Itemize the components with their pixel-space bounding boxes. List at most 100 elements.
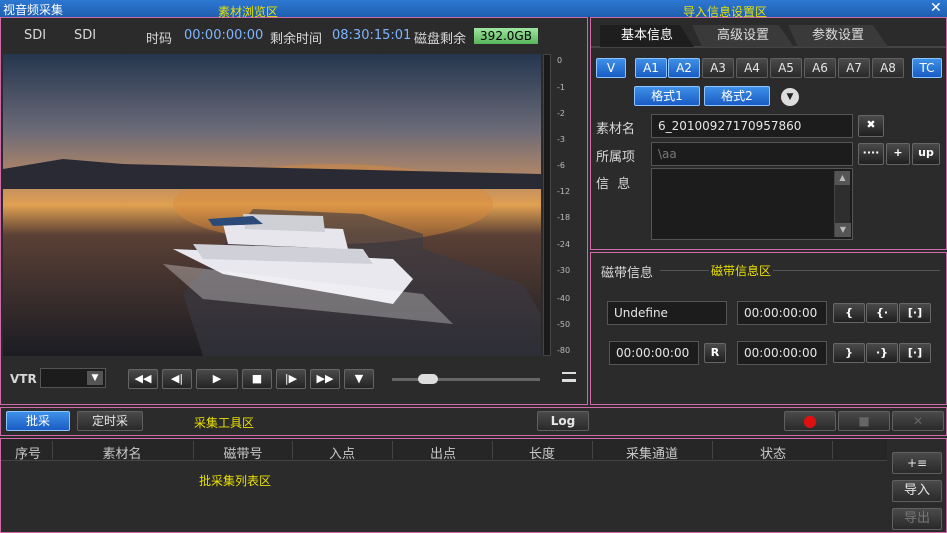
scale-label: -6	[557, 161, 565, 170]
timed-capture-button[interactable]: 定时采	[77, 411, 143, 431]
add-button[interactable]: +	[886, 143, 910, 165]
timecode-value: 00:00:00:00	[184, 28, 264, 43]
reset-button[interactable]: R	[704, 343, 726, 363]
stop-button[interactable]: ■	[242, 369, 272, 389]
stop-record-button[interactable]: ■	[838, 411, 890, 431]
channel-a5[interactable]: A5	[770, 58, 802, 78]
scale-label: -50	[557, 320, 571, 329]
close-icon[interactable]: ✕	[930, 0, 942, 16]
list-zone-title: 批采集列表区	[199, 474, 272, 488]
tab-basic[interactable]: 基本信息	[600, 25, 694, 47]
disk-value: 392.0GB	[474, 28, 538, 44]
col-divider	[52, 441, 53, 459]
log-button[interactable]: Log	[537, 411, 589, 431]
scale-label: -12	[557, 187, 571, 196]
channel-a7[interactable]: A7	[838, 58, 870, 78]
col-divider	[193, 441, 194, 459]
tab-params[interactable]: 参数设置	[788, 25, 888, 47]
tc-out-field[interactable]: 00:00:00:00	[737, 341, 827, 365]
col-channel: 采集通道	[625, 447, 678, 462]
tools-icon[interactable]: ✖	[858, 115, 884, 137]
preview-zone-title: 素材浏览区	[218, 5, 279, 19]
step-back-button[interactable]: ◀|	[162, 369, 192, 389]
col-length: 长度	[528, 447, 555, 462]
fast-forward-button[interactable]: ▶▶	[310, 369, 340, 389]
channel-a2[interactable]: A2	[668, 58, 700, 78]
audio-meter	[543, 54, 551, 356]
rewind-button[interactable]: ◀◀	[128, 369, 158, 389]
eject-button[interactable]: ▼	[344, 369, 374, 389]
scroll-down-icon[interactable]: ▼	[835, 223, 851, 237]
channel-tc[interactable]: TC	[912, 58, 942, 78]
mark-out-button[interactable]: }	[833, 343, 865, 363]
tape-zone-title: 磁带信息区	[709, 262, 774, 279]
window-title: 视音频采集	[3, 3, 64, 17]
step-forward-button[interactable]: |▶	[276, 369, 306, 389]
chevron-down-icon[interactable]: ▼	[781, 88, 799, 106]
goto-out-button[interactable]: ·}	[866, 343, 898, 363]
remain-value: 08:30:15:01	[332, 28, 412, 43]
channel-v[interactable]: V	[596, 58, 626, 78]
tc-in-field[interactable]: 00:00:00:00	[737, 301, 827, 325]
more-button[interactable]: ····	[858, 143, 884, 165]
sdi-1: SDI	[24, 28, 47, 43]
cancel-record-button[interactable]: ✕	[892, 411, 944, 431]
mark-in-button[interactable]: {	[833, 303, 865, 323]
tape-info-label: 磁带信息	[601, 266, 654, 281]
col-material: 素材名	[102, 447, 142, 462]
ship-image	[3, 159, 541, 356]
scroll-up-icon[interactable]: ▲	[835, 171, 850, 185]
material-label: 素材名	[596, 122, 636, 137]
belong-input[interactable]: \aa	[651, 142, 853, 166]
col-divider	[492, 441, 493, 459]
clear-out-button[interactable]: [·]	[899, 343, 931, 363]
scale-label: -3	[557, 135, 565, 144]
up-button[interactable]: up	[912, 143, 940, 165]
tc-duration-field[interactable]: 00:00:00:00	[609, 341, 699, 365]
timecode-label: 时码	[146, 32, 173, 47]
sdi-2: SDI	[74, 28, 97, 43]
info-textarea[interactable]: ▲ ▼	[651, 168, 853, 240]
add-list-button[interactable]: +≡	[892, 452, 942, 474]
col-divider	[392, 441, 393, 459]
col-status: 状态	[759, 447, 786, 462]
export-button[interactable]: 导出	[892, 508, 942, 530]
belong-label: 所属项	[596, 150, 636, 165]
import-zone-title: 导入信息设置区	[683, 5, 768, 19]
import-button[interactable]: 导入	[892, 480, 942, 502]
scale-label: -18	[557, 213, 571, 222]
channel-a1[interactable]: A1	[635, 58, 667, 78]
format1-button[interactable]: 格式1	[634, 86, 700, 106]
disk-label: 磁盘剩余	[414, 32, 467, 47]
goto-in-button[interactable]: {·	[866, 303, 898, 323]
scale-label: -30	[557, 266, 571, 275]
format2-button[interactable]: 格式2	[704, 86, 770, 106]
record-button[interactable]: ●	[784, 411, 836, 431]
dock-icon[interactable]	[562, 372, 576, 382]
clear-in-button[interactable]: [·]	[899, 303, 931, 323]
scale-label: -24	[557, 240, 571, 249]
col-index: 序号	[14, 447, 41, 462]
shuttle-slider[interactable]	[392, 374, 540, 384]
tab-advanced[interactable]: 高级设置	[692, 25, 794, 47]
channel-a6[interactable]: A6	[804, 58, 836, 78]
col-divider	[292, 441, 293, 459]
vtr-select[interactable]: ▼	[40, 368, 106, 388]
scale-label: 0	[557, 56, 563, 65]
batch-capture-button[interactable]: 批采	[6, 411, 70, 431]
title-bar	[0, 0, 947, 17]
channel-a3[interactable]: A3	[702, 58, 734, 78]
channel-a8[interactable]: A8	[872, 58, 904, 78]
scale-label: -40	[557, 294, 571, 303]
textarea-scrollbar[interactable]: ▲ ▼	[834, 171, 851, 237]
material-name-input[interactable]: 6_20100927170957860	[651, 114, 853, 138]
col-out: 出点	[429, 447, 456, 462]
tape-name-input[interactable]: Undefine	[607, 301, 727, 325]
info-label: 信 息	[596, 177, 631, 192]
play-button[interactable]: ▶	[196, 369, 238, 389]
scale-label: -2	[557, 109, 565, 118]
slider-thumb[interactable]	[418, 374, 438, 384]
scale-label: -1	[557, 83, 565, 92]
col-divider	[832, 441, 833, 459]
channel-a4[interactable]: A4	[736, 58, 768, 78]
